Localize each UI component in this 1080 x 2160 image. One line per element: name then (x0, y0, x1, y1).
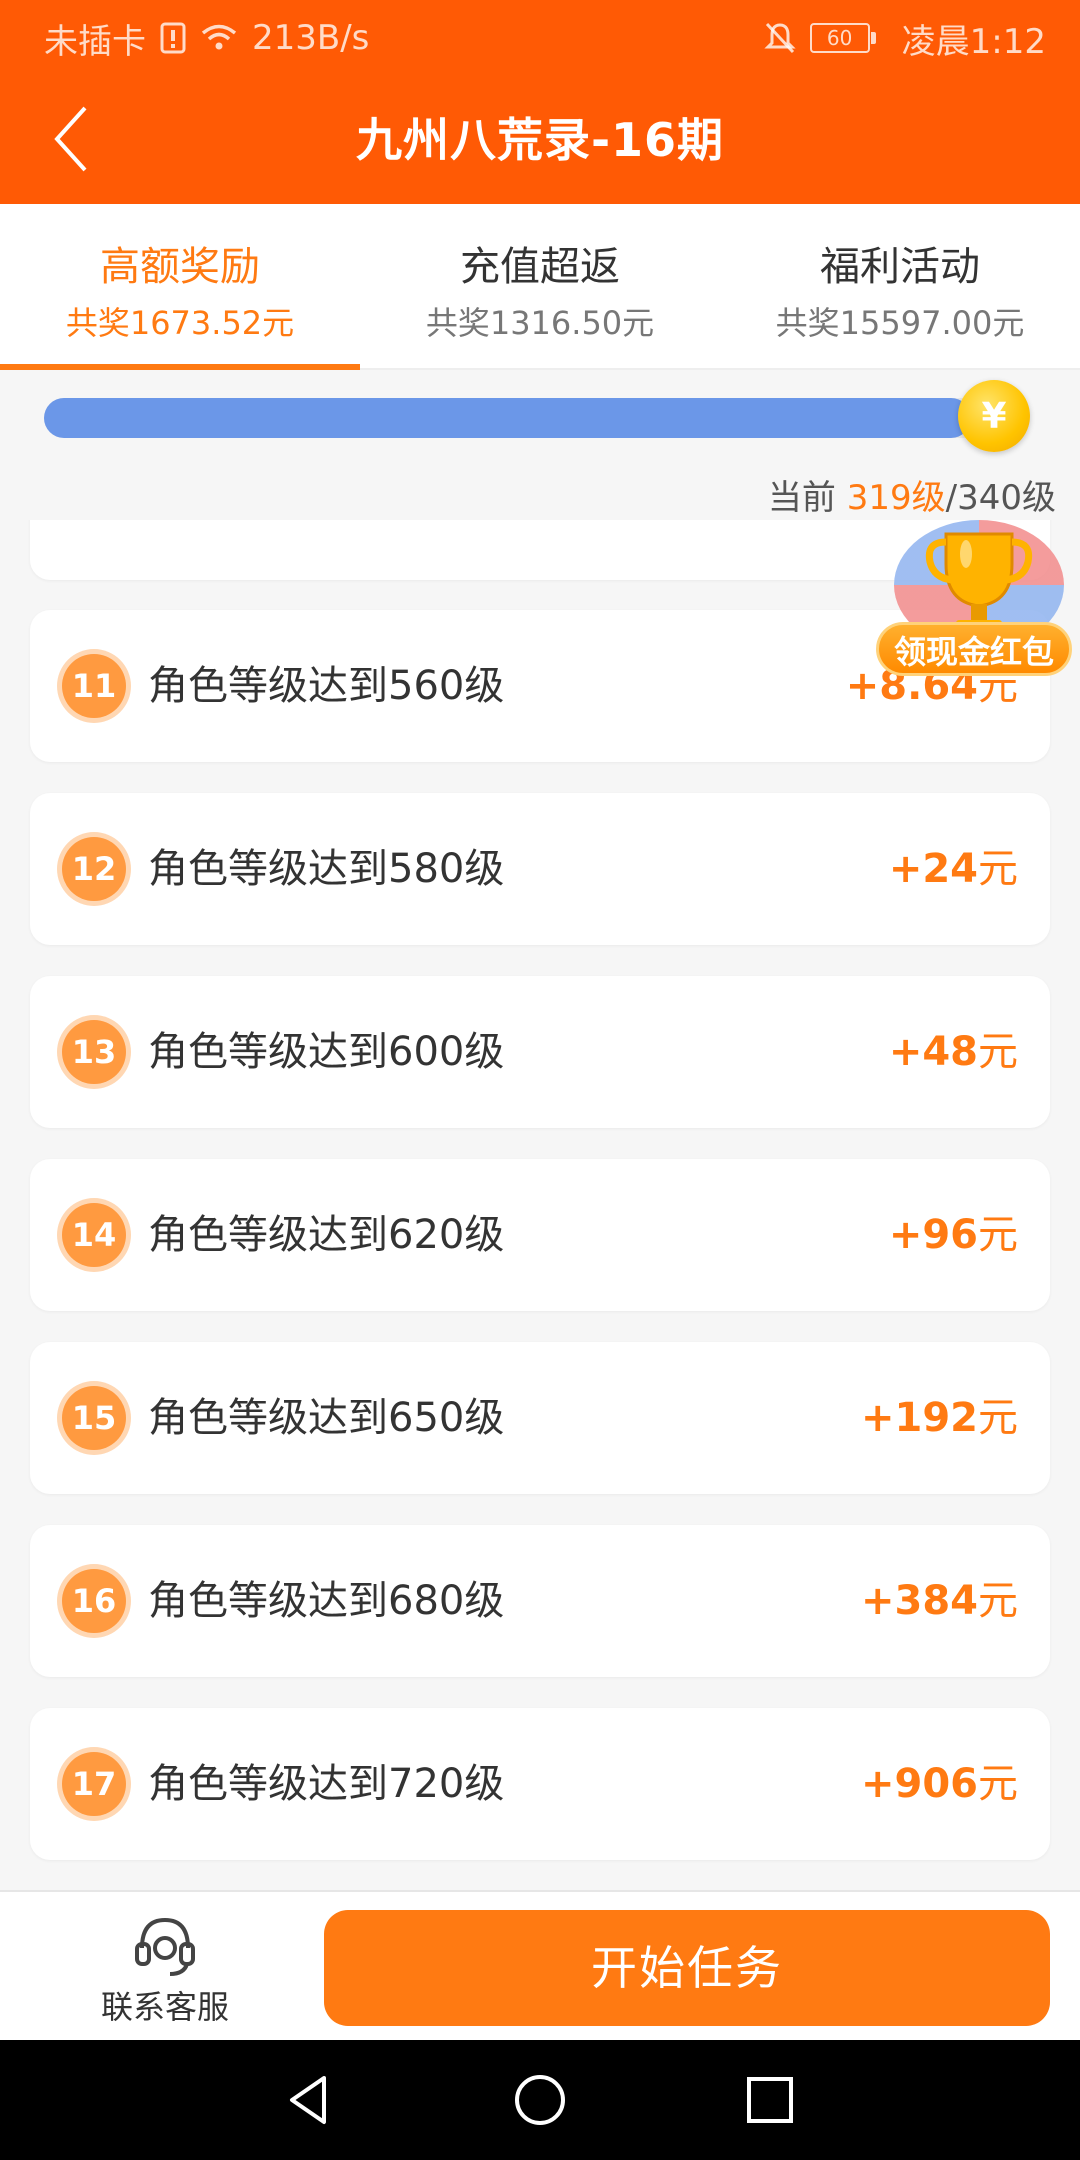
sim-alert-icon (160, 22, 186, 54)
task-description: 角色等级达到600级 (148, 1029, 505, 1075)
reward-unit: 元 (978, 846, 1018, 892)
task-number-badge: 15 (62, 1386, 126, 1450)
task-reward: +48元 (889, 976, 1018, 1128)
total-level: /340级 (945, 478, 1056, 518)
wifi-icon (200, 23, 238, 53)
reward-tabs: 高额奖励 共奖1673.52元 充值超返 共奖1316.50元 福利活动 共奖1… (0, 204, 1080, 370)
task-number-badge: 11 (62, 654, 126, 718)
reward-amount: +906 (860, 1761, 978, 1807)
reward-unit: 元 (978, 1029, 1018, 1075)
level-indicator: 当前 319级/340级 (768, 470, 1056, 519)
tab-recharge-rebate[interactable]: 充值超返 共奖1316.50元 (360, 204, 720, 368)
reward-unit: 元 (978, 1761, 1018, 1807)
status-left: 未插卡 213B/s (44, 0, 369, 76)
tab-total: 共奖1673.52元 (65, 304, 295, 342)
reward-amount: +96 (888, 1212, 978, 1258)
reward-unit: 元 (978, 1578, 1018, 1624)
tab-label: 高额奖励 (100, 244, 260, 290)
task-number-badge: 13 (62, 1020, 126, 1084)
page-title: 九州八荒录-16期 (355, 113, 725, 167)
reward-unit: 元 (978, 1212, 1018, 1258)
task-reward: +906元 (861, 1708, 1018, 1860)
tab-total: 共奖1316.50元 (425, 304, 655, 342)
system-nav-bar (0, 2040, 1080, 2160)
coin-icon: ¥ (958, 380, 1030, 452)
level-prefix: 当前 (767, 478, 847, 518)
bottom-action-bar: 联系客服 开始任务 (0, 1890, 1080, 2042)
tab-label: 福利活动 (820, 244, 980, 290)
tab-label: 充值超返 (460, 244, 620, 290)
task-description: 角色等级达到580级 (148, 846, 505, 892)
headset-icon (135, 1917, 195, 1976)
progress-fill (44, 398, 971, 438)
task-reward: +24元 (889, 793, 1018, 945)
task-reward: +192元 (861, 1342, 1018, 1494)
status-bar: 未插卡 213B/s 60 凌晨1:12 (0, 0, 1080, 76)
task-description: 角色等级达到650级 (148, 1395, 505, 1441)
task-description: 角色等级达到680级 (148, 1578, 505, 1624)
nav-recents-icon[interactable] (740, 2070, 800, 2130)
battery-icon: 60 (809, 23, 876, 53)
customer-service-label: 联系客服 (100, 1988, 229, 2026)
task-number-badge: 14 (62, 1203, 126, 1267)
task-list[interactable]: 11 角色等级达到560级 +8.64元 12 角色等级达到580级 +24元 … (0, 520, 1080, 1890)
reward-amount: +192 (860, 1395, 978, 1441)
app-header: 九州八荒录-16期 (0, 76, 1080, 204)
carrier-text: 未插卡 (44, 21, 146, 62)
customer-service-button[interactable]: 联系客服 (70, 1910, 260, 2030)
task-card: 14 角色等级达到620级 +96元 (30, 1159, 1050, 1311)
reward-unit: 元 (978, 1395, 1018, 1441)
current-level: 319级 (846, 478, 946, 518)
network-speed: 213B/s (252, 18, 370, 58)
cash-red-packet-button[interactable]: 领现金红包 (876, 520, 1076, 680)
task-number-badge: 16 (62, 1569, 126, 1633)
task-number-badge: 17 (62, 1752, 126, 1816)
nav-back-icon[interactable] (280, 2070, 340, 2130)
task-number-badge: 12 (62, 837, 126, 901)
reward-amount: +24 (888, 846, 978, 892)
status-right: 60 凌晨1:12 (764, 0, 1046, 76)
tab-total: 共奖15597.00元 (775, 304, 1025, 342)
task-reward: +384元 (861, 1525, 1018, 1677)
reward-amount: +48 (888, 1029, 978, 1075)
reward-amount: +384 (860, 1578, 978, 1624)
task-description: 角色等级达到620级 (148, 1212, 505, 1258)
clock: 凌晨1:12 (901, 21, 1046, 62)
level-progress-bar (44, 398, 1030, 438)
task-card: 16 角色等级达到680级 +384元 (30, 1525, 1050, 1677)
nav-home-icon[interactable] (510, 2070, 570, 2130)
task-description: 角色等级达到720级 (148, 1761, 505, 1807)
start-task-button[interactable]: 开始任务 (324, 1910, 1050, 2026)
red-packet-label: 领现金红包 (876, 622, 1072, 676)
tab-high-reward[interactable]: 高额奖励 共奖1673.52元 (0, 204, 360, 370)
task-reward: +96元 (889, 1159, 1018, 1311)
task-card: 15 角色等级达到650级 +192元 (30, 1342, 1050, 1494)
task-card: 13 角色等级达到600级 +48元 (30, 976, 1050, 1128)
task-description: 角色等级达到560级 (148, 663, 505, 709)
task-card: 17 角色等级达到720级 +906元 (30, 1708, 1050, 1860)
mute-bell-icon (764, 21, 796, 55)
tab-welfare-activity[interactable]: 福利活动 共奖15597.00元 (720, 204, 1080, 368)
task-card: 12 角色等级达到580级 +24元 (30, 793, 1050, 945)
